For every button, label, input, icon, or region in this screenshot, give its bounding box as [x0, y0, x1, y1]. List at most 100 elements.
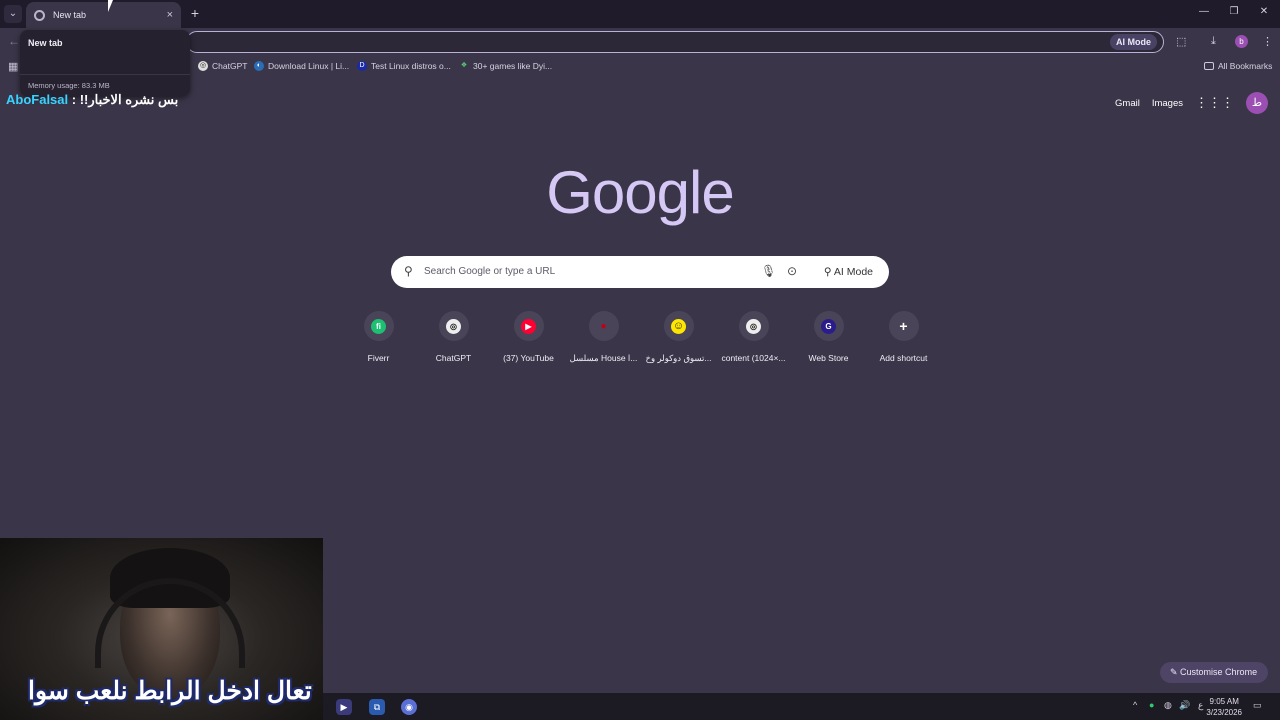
chat-separator: :: [68, 92, 80, 107]
new-tab-button[interactable]: +: [188, 5, 202, 21]
openai-icon: ◎: [198, 61, 208, 71]
all-bookmarks-label: All Bookmarks: [1218, 61, 1273, 71]
search-placeholder[interactable]: Search Google or type a URL: [424, 266, 555, 277]
images-link[interactable]: Images: [1152, 98, 1183, 109]
minimize-button[interactable]: —: [1197, 6, 1211, 17]
shortcut-shop[interactable]: ☺ تسوق دوكولر وخ...: [641, 311, 716, 364]
chat-username: AboFalsal: [6, 92, 69, 107]
apps-grid-icon[interactable]: ▦: [8, 60, 18, 73]
memory-usage: Memory usage: 83.3 MB: [28, 81, 110, 90]
clock-date: 3/23/2026: [1206, 708, 1242, 717]
hovercard-title: New tab: [28, 38, 63, 48]
divider: [20, 74, 190, 75]
address-bar[interactable]: AI Mode: [186, 31, 1164, 53]
omnibox-ai-mode-button[interactable]: AI Mode: [1110, 34, 1157, 50]
bookmark-label: 30+ games like Dyi...: [473, 61, 553, 71]
extensions-icon[interactable]: ⬚: [1176, 35, 1186, 48]
tab-new-tab[interactable]: New tab ×: [26, 2, 181, 28]
microphone-icon[interactable]: 🎙: [761, 264, 776, 278]
shortcut-tile: ☺: [663, 311, 694, 341]
shortcut-label: ChatGPT: [435, 353, 472, 363]
tab-hover-card: New tab Memory usage: 83.3 MB: [20, 30, 190, 96]
shortcut-tile: ▶: [513, 311, 544, 341]
smiley-icon: ☺: [671, 318, 686, 334]
folder-icon: [1204, 62, 1214, 70]
bookmark-label: Download Linux | Li...: [268, 61, 350, 71]
bookmark-games[interactable]: ❖ 30+ games like Dyi...: [459, 61, 552, 71]
tab-search-button[interactable]: ⌄: [4, 5, 22, 23]
title-bar: ⌄ New tab × + — ❐ ✕: [0, 0, 1280, 28]
fiverr-icon: fi: [371, 318, 386, 334]
tab-close-icon[interactable]: ×: [167, 9, 173, 21]
profile-avatar[interactable]: b: [1235, 35, 1248, 48]
shortcut-house-series[interactable]: ● مسلسل House ا...: [566, 311, 641, 364]
shortcut-label: Fiverr: [367, 353, 390, 363]
ai-mode-label: AI Mode: [833, 266, 873, 278]
search-box[interactable]: ⚲ Search Google or type a URL 🎙 ⊙ ⚲ AI M…: [391, 256, 889, 288]
store-icon[interactable]: ⧉: [369, 699, 385, 715]
plus-icon: +: [899, 317, 908, 334]
pencil-icon: ✎: [1170, 667, 1181, 677]
chat-text: !!بس نشره الاخبار: [79, 92, 179, 107]
notification-icon[interactable]: ▭: [1253, 700, 1262, 711]
taskbar-clock[interactable]: 9:05 AM 3/23/2026: [1206, 696, 1242, 718]
search-icon: ⚲: [404, 264, 413, 278]
stream-chat-message: AboFalsal : !!بس نشره الاخبار: [6, 92, 178, 108]
bookmark-label: ChatGPT: [212, 61, 248, 71]
shortcut-tile: ●: [588, 311, 619, 341]
google-apps-icon[interactable]: ⋮⋮⋮: [1195, 95, 1234, 111]
shortcut-label: Web Store: [808, 353, 849, 363]
red-dot-icon: ●: [600, 320, 607, 332]
leaf-icon: ❖: [460, 62, 468, 69]
openai-icon: ◎: [746, 318, 761, 334]
shortcut-tile: G: [813, 311, 844, 341]
status-icon[interactable]: ●: [1149, 700, 1154, 710]
ntp-header-links: Gmail Images ⋮⋮⋮ ط: [1103, 92, 1268, 114]
shortcut-fiverr[interactable]: fi Fiverr: [341, 311, 416, 363]
search-ai-mode-button[interactable]: ⚲ AI Mode: [816, 260, 881, 284]
bookmark-linux[interactable]: ◐ Download Linux | Li...: [254, 61, 349, 71]
shortcut-label: تسوق دوكولر وخ...: [645, 353, 712, 363]
bookmarks-bar: ▦ ◎ ChatGPT ◐ Download Linux | Li... D T…: [0, 56, 1280, 76]
openai-icon: ◎: [446, 318, 461, 334]
google-logo: Google: [546, 159, 734, 226]
shortcut-tile: fi: [363, 311, 394, 341]
shortcut-tile: ◎: [738, 311, 769, 341]
volume-icon[interactable]: 🔊: [1179, 700, 1190, 711]
youtube-icon: ▶: [521, 318, 536, 334]
bookmark-distrosea[interactable]: D Test Linux distros o...: [357, 61, 451, 71]
shortcut-tile: +: [888, 311, 919, 341]
menu-kebab-icon[interactable]: ⋮: [1262, 35, 1273, 48]
shortcut-add[interactable]: + Add shortcut: [866, 311, 941, 363]
network-icon[interactable]: ◍: [1164, 700, 1172, 711]
chrome-taskbar-icon[interactable]: ◉: [401, 699, 417, 715]
customise-label: Customise Chrome: [1180, 667, 1258, 677]
stream-caption: تعال ادخل الرابط نلعب سوا: [28, 677, 312, 705]
chrome-icon: [34, 9, 45, 21]
shortcut-label: Add shortcut: [879, 353, 928, 363]
input-language[interactable]: ع: [1198, 700, 1203, 711]
gmail-link[interactable]: Gmail: [1115, 98, 1140, 109]
window-close-button[interactable]: ✕: [1257, 6, 1271, 17]
shortcut-label: مسلسل House ا...: [569, 353, 638, 363]
customise-chrome-button[interactable]: ✎ Customise Chrome: [1160, 662, 1268, 683]
shortcut-chatgpt[interactable]: ◎ ChatGPT: [416, 311, 491, 363]
web-store-icon: G: [821, 318, 836, 334]
bookmark-chatgpt[interactable]: ◎ ChatGPT: [198, 61, 247, 71]
back-arrow-icon[interactable]: ←: [8, 34, 20, 48]
shortcut-web-store[interactable]: G Web Store: [791, 311, 866, 363]
lens-icon[interactable]: ⊙: [787, 264, 797, 278]
clock-time: 9:05 AM: [1209, 697, 1239, 706]
sparkle-search-icon: ⚲: [823, 266, 834, 278]
media-player-icon[interactable]: ▶: [336, 699, 352, 715]
distrosea-icon: D: [357, 61, 367, 71]
shortcut-youtube[interactable]: ▶ (37) YouTube: [491, 311, 566, 363]
all-bookmarks[interactable]: All Bookmarks: [1204, 61, 1272, 71]
shortcut-content[interactable]: ◎ content (1024×...: [716, 311, 791, 363]
shortcuts-grid: fi Fiverr ◎ ChatGPT ▶ (37) YouTube ● مسل…: [341, 311, 939, 371]
download-icon[interactable]: ⤓: [1211, 35, 1216, 48]
tray-chevron-icon[interactable]: ^: [1133, 700, 1137, 710]
account-avatar[interactable]: ط: [1246, 92, 1268, 114]
shortcut-label: (37) YouTube: [503, 353, 554, 363]
restore-button[interactable]: ❐: [1227, 6, 1241, 17]
